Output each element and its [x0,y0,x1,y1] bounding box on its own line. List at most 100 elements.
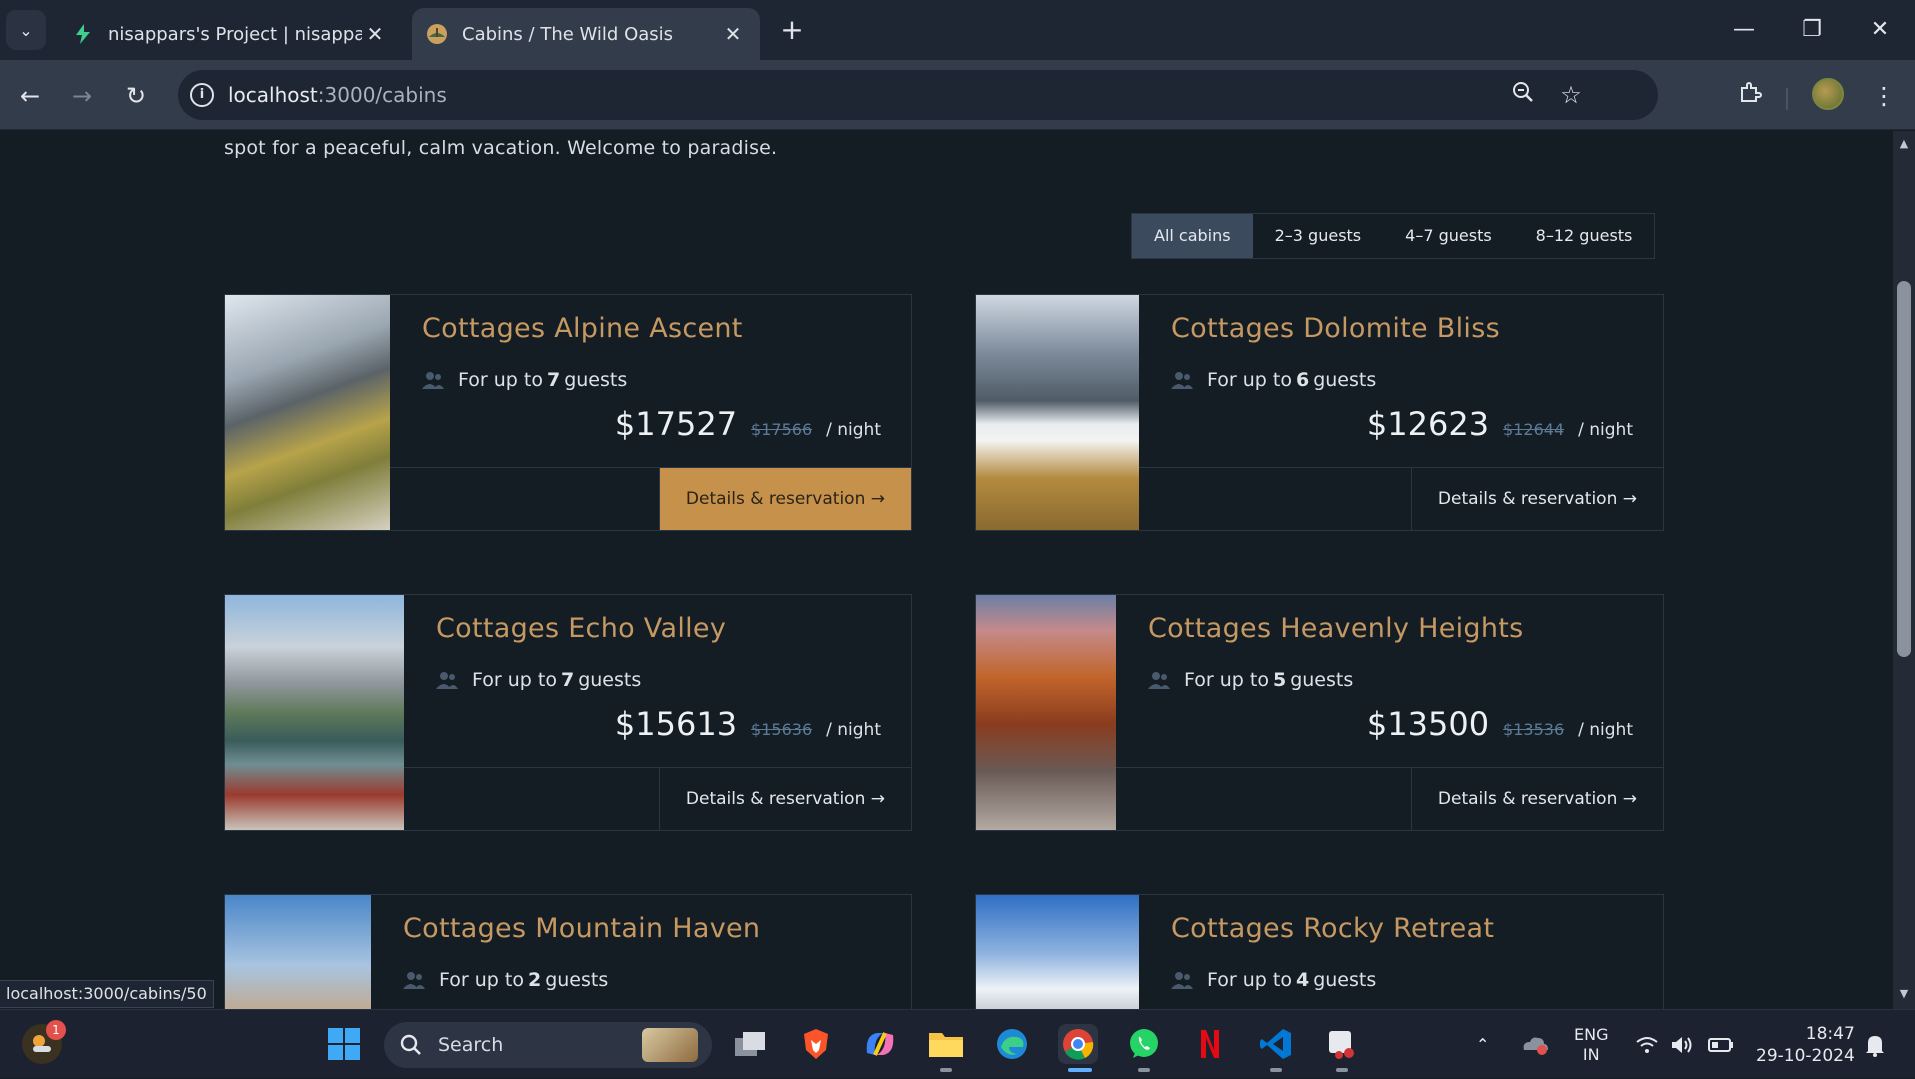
edge-browser-icon[interactable] [992,1024,1032,1064]
search-label: Search [438,1034,504,1056]
browser-tab-project[interactable]: nisappars's Project | nisappars's ✕ [58,8,402,60]
tab-title: Cabins / The Wild Oasis [462,23,674,45]
toolbar-divider [1786,88,1788,110]
search-icon [400,1034,422,1056]
chrome-browser-icon[interactable] [1058,1024,1098,1064]
language-code: ENG [1574,1024,1609,1044]
cabin-card-body: Cottages Dolomite Bliss For up to 6 guests… [1139,295,1663,530]
details-reservation-link[interactable]: Details & reservation → [658,468,911,530]
battery-icon[interactable] [1708,1010,1734,1079]
task-view-icon[interactable] [730,1024,770,1064]
scroll-up-icon[interactable]: ▲ [1897,137,1911,151]
filter-4-7-guests[interactable]: 4–7 guests [1383,214,1514,258]
cabin-name: Cottages Echo Valley [436,613,727,644]
region-code: IN [1582,1044,1600,1064]
cabin-image [225,895,371,1009]
url-text[interactable]: localhost:3000/cabins [228,83,447,107]
cabin-image [976,295,1139,530]
minimize-icon[interactable]: — [1722,10,1766,50]
notification-center-icon[interactable] [1864,1010,1886,1079]
onedrive-error-icon[interactable] [1520,1010,1550,1079]
close-tab-icon[interactable]: ✕ [362,22,388,46]
menu-kebab-icon[interactable]: ⋮ [1864,76,1904,116]
card-footer: Details & reservation → [404,767,911,830]
cabin-image [225,295,390,530]
running-indicator [940,1068,952,1072]
taskbar-search[interactable]: Search [384,1022,712,1068]
windows-taskbar: 1 Search ⌃ ENG IN 18:47 29-10-2024 [0,1009,1915,1078]
price-row: $15613 $15636 / night [615,705,881,743]
restore-icon[interactable]: ❐ [1790,10,1834,50]
copilot-icon[interactable] [860,1024,900,1064]
address-bar[interactable]: i localhost:3000/cabins ☆ [178,70,1658,120]
max-guests: 6 [1295,369,1310,391]
running-indicator [1138,1068,1150,1072]
details-reservation-link[interactable]: Details & reservation → [1410,768,1663,830]
back-icon[interactable]: ← [10,76,50,116]
show-hidden-icons[interactable]: ⌃ [1476,1010,1489,1079]
details-reservation-link[interactable]: Details & reservation → [658,768,911,830]
capacity-suffix: guests [1313,369,1377,391]
per-night-label: / night [1578,720,1633,740]
running-indicator [1336,1068,1348,1072]
url-host: localhost [228,83,318,107]
capacity-suffix: guests [1290,669,1354,691]
cabin-name: Cottages Heavenly Heights [1148,613,1524,644]
cabin-regular-price: $12644 [1503,420,1565,439]
cabin-card: Cottages Rocky Retreat For up to 4 guests [975,894,1664,1009]
filter-all-cabins[interactable]: All cabins [1132,214,1253,258]
snipping-tool-icon[interactable] [1322,1024,1362,1064]
extensions-icon[interactable] [1730,76,1770,116]
close-window-icon[interactable]: ✕ [1858,10,1902,50]
cabin-image [225,595,404,830]
star-icon[interactable]: ☆ [1556,80,1586,110]
file-explorer-icon[interactable] [926,1024,966,1064]
price-row: $17527 $17566 / night [615,405,881,443]
volume-icon[interactable] [1670,1010,1694,1079]
scrollbar-thumb[interactable] [1897,281,1911,657]
users-icon [1171,371,1193,389]
card-footer: Details & reservation → [1139,467,1663,530]
capacity-prefix: For up to [1184,669,1269,691]
details-reservation-link[interactable]: Details & reservation → [1410,468,1663,530]
clock-date: 29-10-2024 [1756,1045,1855,1066]
users-icon [422,371,444,389]
cabin-capacity: For up to 7 guests [436,669,641,691]
cabin-name: Cottages Dolomite Bliss [1171,313,1500,344]
scroll-down-icon[interactable]: ▼ [1897,987,1911,1001]
new-tab-button[interactable]: + [776,14,808,46]
cabin-card: Cottages Mountain Haven For up to 2 guests [224,894,912,1009]
netflix-icon[interactable] [1190,1024,1230,1064]
filter-2-3-guests[interactable]: 2–3 guests [1253,214,1384,258]
vscode-icon[interactable] [1256,1024,1296,1064]
browser-tab-cabins[interactable]: Cabins / The Wild Oasis ✕ [412,8,760,60]
cabin-card-body: Cottages Alpine Ascent For up to 7 guests … [390,295,911,530]
url-path: :3000/cabins [317,83,447,107]
reload-icon[interactable]: ↻ [116,76,156,116]
language-indicator[interactable]: ENG IN [1574,1010,1608,1079]
cabin-price: $17527 [614,405,738,443]
profile-avatar[interactable] [1812,78,1844,110]
windows-start-icon[interactable] [324,1024,364,1064]
whatsapp-icon[interactable] [1124,1024,1164,1064]
zoom-icon[interactable] [1508,80,1538,110]
max-guests: 2 [527,969,542,991]
clock[interactable]: 18:47 29-10-2024 [1756,1010,1855,1079]
wifi-icon[interactable] [1636,1010,1658,1079]
cabin-regular-price: $13536 [1503,720,1565,739]
clock-time: 18:47 [1805,1023,1855,1044]
brave-browser-icon[interactable] [796,1024,836,1064]
close-tab-icon[interactable]: ✕ [720,22,746,46]
cabin-card-body: Cottages Echo Valley For up to 7 guests $1… [404,595,911,830]
forward-icon[interactable]: → [62,76,102,116]
tab-title: nisappars's Project | nisappars's [108,23,362,45]
cabin-price: $13500 [1366,705,1490,743]
tab-search-button[interactable]: ⌄ [6,10,46,50]
filter-8-12-guests[interactable]: 8–12 guests [1514,214,1655,258]
site-info-icon[interactable]: i [190,83,214,107]
card-footer: Details & reservation → [390,467,911,530]
page-scrollbar[interactable]: ▲ ▼ [1893,131,1915,1009]
users-icon [403,971,425,989]
cabin-regular-price: $17566 [751,420,813,439]
capacity-prefix: For up to [458,369,543,391]
